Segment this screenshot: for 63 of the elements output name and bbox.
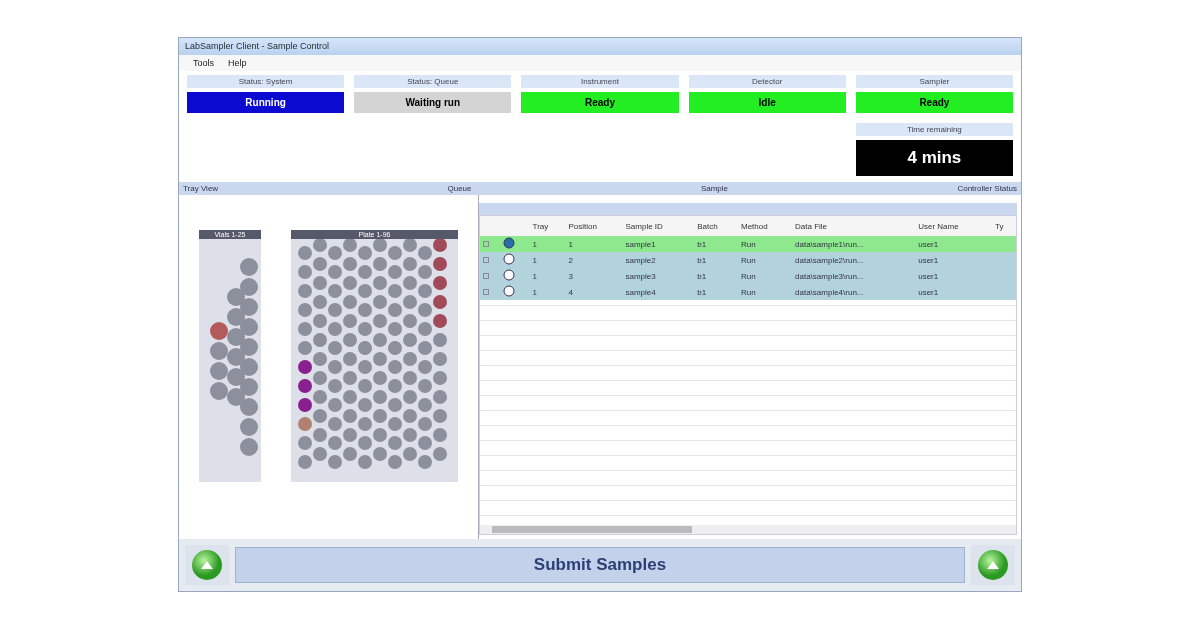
window-title: LabSampler Client - Sample Control (179, 38, 1021, 55)
status-indicator: Idle (688, 92, 846, 113)
column-header[interactable]: Tray (529, 216, 566, 236)
submit-button[interactable]: Submit Samples (235, 547, 965, 583)
table-cell: user1 (915, 236, 993, 252)
table-cell: data\sample2\run... (792, 252, 916, 268)
table-cell: data\sample3\run... (792, 268, 916, 284)
table-cell: user1 (915, 252, 993, 268)
table-cell: 4 (565, 284, 623, 300)
column-header[interactable]: Data File (792, 216, 916, 236)
table-cell: sample2 (622, 252, 695, 268)
row-marker-icon (483, 288, 489, 295)
status-label: Instrument (521, 75, 679, 88)
menu-item[interactable]: Tools (193, 58, 214, 68)
table-cell: b1 (694, 252, 738, 268)
arrow-button[interactable] (971, 545, 1015, 585)
table-cell: 1 (529, 236, 566, 252)
table-cell: b1 (694, 284, 738, 300)
table-cell: 1 (529, 252, 566, 268)
remaining-label: Time remaining (855, 123, 1013, 136)
section-label: Tray View (183, 184, 219, 193)
row-marker-icon (483, 272, 489, 279)
table-cell: 3 (565, 268, 623, 284)
horizontal-scrollbar[interactable] (480, 525, 1016, 534)
table-cell: data\sample1\run... (792, 236, 916, 252)
table-cell: sample3 (622, 268, 695, 284)
status-label: Detector (688, 75, 846, 88)
column-header[interactable]: Position (565, 216, 623, 236)
column-header[interactable]: Ty (992, 216, 1016, 236)
table-cell: Run (737, 252, 793, 268)
row-marker-icon (483, 240, 489, 247)
table-cell: 1 (529, 268, 566, 284)
table-cell: b1 (694, 236, 738, 252)
section-label: Queue (447, 184, 472, 193)
table-cell: 1 (565, 236, 623, 252)
table-cell: data\sample4\run... (792, 284, 916, 300)
status-indicator: Ready (521, 92, 679, 113)
status-indicator: Ready (855, 92, 1013, 113)
table-cell: b1 (694, 268, 738, 284)
status-indicator: Running (187, 92, 345, 113)
table-cell: user1 (915, 268, 993, 284)
table-cell: sample4 (622, 284, 695, 300)
remaining-time: 4 mins (855, 140, 1013, 176)
table-cell: Run (737, 236, 793, 252)
table-cell: Run (737, 284, 793, 300)
status-label: Status: System (187, 75, 345, 88)
table-cell: Run (737, 268, 793, 284)
row-marker-icon (483, 256, 489, 263)
column-header[interactable]: Method (737, 216, 793, 236)
status-indicator: Waiting run (354, 92, 512, 113)
column-header[interactable]: Batch (694, 216, 738, 236)
table-cell: 1 (529, 284, 566, 300)
section-label: Controller Status (957, 184, 1017, 193)
status-label: Sampler (855, 75, 1013, 88)
column-header[interactable]: Sample ID (622, 216, 695, 236)
section-label: Sample (700, 184, 729, 193)
table-cell: user1 (915, 284, 993, 300)
status-label: Status: Queue (354, 75, 512, 88)
menu-item[interactable]: Help (228, 58, 247, 68)
table-cell: 2 (565, 252, 623, 268)
arrow-button[interactable] (185, 545, 229, 585)
table-cell: sample1 (622, 236, 695, 252)
column-header[interactable]: User Name (915, 216, 993, 236)
